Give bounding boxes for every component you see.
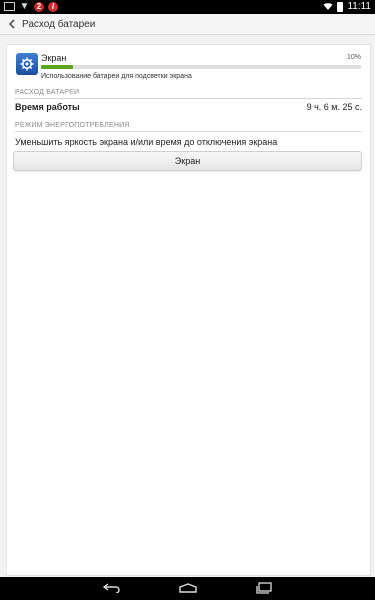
navigation-bar — [0, 577, 375, 600]
uptime-label: Время работы — [15, 102, 80, 112]
app-usage-row: Экран 10% Использование батареи для подс… — [7, 51, 370, 87]
battery-icon — [337, 1, 344, 12]
usage-percent: 10% — [346, 54, 361, 61]
usage-description: Использование батареи для подсветки экра… — [41, 73, 192, 80]
back-icon[interactable] — [102, 581, 122, 595]
notification-l-icon: l — [48, 1, 58, 12]
section-header-battery: РАСХОД БАТАРЕИ — [15, 89, 362, 99]
status-bar-notifications: ▼ 2 l — [4, 1, 58, 12]
status-bar: ▼ 2 l 11:11 — [0, 0, 375, 14]
settings-gear-icon — [16, 53, 38, 75]
status-bar-system: 11:11 — [323, 1, 371, 12]
action-bar: Расход батареи — [0, 14, 375, 35]
image-icon — [4, 2, 15, 11]
usage-progress-bar — [41, 65, 361, 69]
section-header-power-mode: РЕЖИМ ЭНЕРГОПОТРЕБЛЕНИЯ — [15, 122, 362, 132]
screen-settings-button[interactable]: Экран — [13, 151, 362, 171]
notification-2-icon: 2 — [34, 1, 44, 12]
app-name: Экран — [41, 53, 67, 63]
battery-detail-card: Экран 10% Использование батареи для подс… — [6, 44, 371, 576]
back-arrow-icon[interactable] — [4, 14, 20, 34]
clock: 11:11 — [347, 1, 371, 12]
wifi-icon — [323, 3, 333, 10]
power-mode-hint: Уменьшить яркость экрана и/или время до … — [15, 137, 278, 147]
page-title: Расход батареи — [22, 18, 96, 30]
uptime-value: 9 ч. 6 м. 25 с. — [306, 102, 362, 112]
shield-icon: ▼ — [19, 0, 30, 12]
usage-progress-fill — [41, 65, 73, 69]
recents-icon[interactable] — [255, 581, 275, 595]
uptime-row: Время работы 9 ч. 6 м. 25 с. — [15, 102, 362, 116]
home-icon[interactable] — [178, 581, 198, 595]
